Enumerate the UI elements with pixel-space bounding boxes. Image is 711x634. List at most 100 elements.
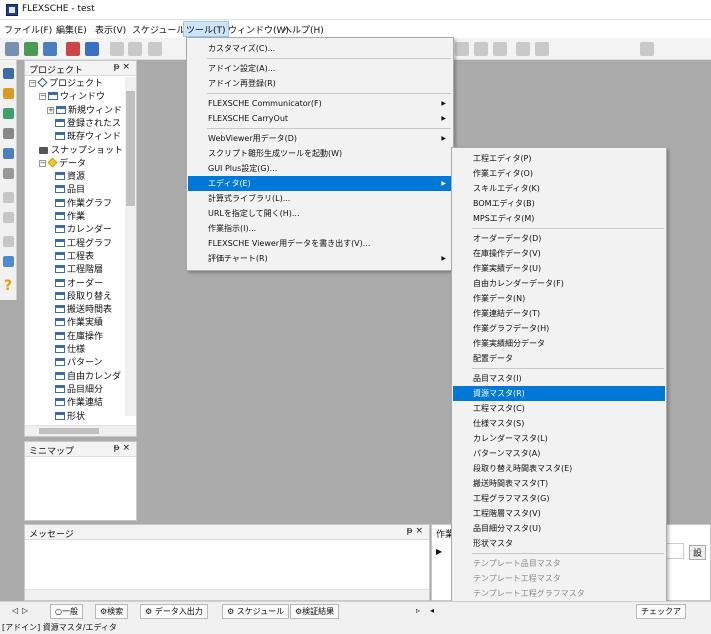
tool-icon[interactable] — [3, 168, 14, 179]
panel-pin-close-icon[interactable]: ᵽ × — [114, 62, 130, 72]
play-icon[interactable]: ▶ — [436, 547, 442, 556]
tab-scroll-left-2[interactable]: ◂ — [426, 604, 438, 619]
tool-icon[interactable] — [493, 42, 507, 56]
editor-menu-item[interactable]: 工程エディタ(P) — [453, 151, 665, 166]
tool-icon[interactable] — [516, 42, 530, 56]
tools-menu-item[interactable]: エディタ(E) ▶ — [188, 176, 452, 191]
tree-item[interactable]: 仕様 — [55, 345, 85, 356]
editor-menu-item[interactable]: 在庫操作データ(V) — [453, 246, 665, 261]
tree-item[interactable]: 工程表 — [55, 251, 94, 263]
tool-icon[interactable] — [3, 212, 14, 223]
editor-menu-item[interactable]: スキルエディタ(K) — [453, 181, 665, 196]
editor-menu-item[interactable]: 作業エディタ(O) — [453, 166, 665, 181]
editor-menu-item[interactable]: BOMエディタ(B) — [453, 196, 665, 211]
horizontal-scrollbar[interactable] — [25, 425, 136, 436]
tool-icon[interactable] — [5, 42, 19, 56]
tool-icon[interactable] — [3, 256, 14, 267]
tree-item[interactable]: 資源 — [55, 172, 85, 183]
menu-edit[interactable]: 編集(E) — [56, 23, 87, 36]
tools-menu-item[interactable]: アドイン設定(A)... — [188, 61, 452, 76]
editor-menu-item[interactable]: 仕様マスタ(S) — [453, 416, 665, 431]
editor-menu-item[interactable]: 作業連結データ(T) — [453, 306, 665, 321]
tree-item[interactable]: 作業 — [55, 212, 85, 223]
editor-menu-item[interactable]: 自由カレンダーデータ(F) — [453, 276, 665, 291]
tab-scroll-right[interactable]: ▷ — [18, 604, 32, 619]
menu-file[interactable]: ファイル(F) — [4, 23, 52, 36]
help-icon[interactable]: ? — [4, 278, 12, 294]
tree-item[interactable]: パターン — [55, 358, 103, 369]
tree-item[interactable]: オーダー — [55, 278, 103, 290]
tools-menu-item[interactable]: FLEXSCHE Communicator(F) ▶ — [188, 96, 452, 111]
collapse-icon[interactable]: − — [39, 93, 46, 101]
menu-window[interactable]: ウィンドウ(W) — [228, 23, 289, 36]
tool-icon[interactable] — [66, 42, 80, 56]
editor-menu-item[interactable]: 資源マスタ(R) — [453, 386, 665, 401]
tree-item[interactable]: + 新規ウィンド — [47, 105, 122, 117]
tree-item[interactable]: 在庫操作 — [55, 331, 103, 343]
tools-menu-item[interactable]: 評価チャート(R) ▶ — [188, 251, 452, 266]
menu-tools[interactable]: ツール(T) — [183, 21, 229, 37]
tool-icon[interactable] — [3, 68, 14, 79]
tool-icon[interactable] — [3, 108, 14, 119]
tools-menu-item[interactable]: カスタマイズ(C)... — [188, 41, 452, 56]
tools-menu-item[interactable]: スクリプト雛形生成ツールを起動(W) — [188, 146, 452, 161]
tools-menu-item[interactable]: FLEXSCHE Viewer用データを書き出す(V)... — [188, 236, 452, 251]
tools-menu-item[interactable]: GUI Plus設定(G)... — [188, 161, 452, 176]
horizontal-scrollbar[interactable] — [25, 589, 429, 600]
editor-menu-item[interactable]: 工程グラフマスタ(G) — [453, 491, 665, 506]
vertical-scrollbar[interactable] — [125, 77, 136, 416]
tool-icon[interactable] — [24, 42, 38, 56]
tools-menu-item[interactable]: 作業指示(I)... — [188, 221, 452, 236]
tools-menu-item[interactable]: 計算式ライブラリ(L)... — [188, 191, 452, 206]
settings-button[interactable]: 設 — [688, 545, 706, 560]
tree-item[interactable]: 品目 — [55, 185, 85, 196]
panel-pin-close-icon[interactable]: ᵽ × — [114, 443, 130, 453]
tree-item[interactable]: 形状 — [55, 411, 85, 423]
editor-menu-item[interactable]: 作業実績データ(U) — [453, 261, 665, 276]
menu-view[interactable]: 表示(V) — [95, 23, 126, 36]
editor-menu-item[interactable]: MPSエディタ(M) — [453, 211, 665, 226]
editor-menu-item[interactable]: パターンマスタ(A) — [453, 446, 665, 461]
tools-menu-item[interactable]: WebViewer用データ(D) ▶ — [188, 131, 452, 146]
tools-menu-item[interactable]: FLEXSCHE CarryOut ▶ — [188, 111, 452, 126]
tool-icon[interactable] — [85, 42, 99, 56]
tool-icon[interactable] — [3, 148, 14, 159]
tree-item[interactable]: − プロジェクト — [29, 77, 103, 90]
editor-menu-item[interactable]: 作業実績細分データ — [453, 336, 665, 351]
tree-item[interactable]: − データ — [39, 157, 86, 170]
tab-search[interactable]: ⚙検索 — [95, 604, 129, 619]
tab-schedule[interactable]: ⚙ スケジュール — [222, 604, 290, 619]
tree-item[interactable]: 品目細分 — [55, 384, 103, 396]
tree-item[interactable]: 作業グラフ — [55, 198, 112, 210]
tool-icon[interactable] — [535, 42, 549, 56]
tab-verify[interactable]: ⚙検証結果 — [290, 604, 340, 619]
tool-icon[interactable] — [43, 42, 57, 56]
tree-item[interactable]: カレンダー — [55, 225, 112, 236]
editor-menu-item[interactable]: オーダーデータ(D) — [453, 231, 665, 246]
tool-icon[interactable] — [474, 42, 488, 56]
editor-menu-item[interactable]: 工程マスタ(C) — [453, 401, 665, 416]
editor-menu-item[interactable]: 形状マスタ — [453, 536, 665, 551]
tab-check[interactable]: チェックア — [636, 604, 686, 619]
tree-item[interactable]: 工程グラフ — [55, 238, 112, 250]
tree-item[interactable]: 工程階層 — [55, 265, 103, 276]
editor-menu-item[interactable]: 作業グラフデータ(H) — [453, 321, 665, 336]
tool-icon[interactable] — [3, 88, 14, 99]
editor-menu-item[interactable]: 工程階層マスタ(V) — [453, 506, 665, 521]
menu-help[interactable]: ヘルプ(H) — [283, 23, 324, 36]
tree-item[interactable]: 登録されたス — [55, 118, 121, 130]
tool-icon[interactable] — [110, 42, 124, 56]
tree-item[interactable]: 段取り替え — [55, 291, 112, 303]
tool-icon[interactable] — [3, 192, 14, 203]
tool-icon[interactable] — [3, 128, 14, 139]
editor-menu-item[interactable]: カレンダーマスタ(L) — [453, 431, 665, 446]
tools-menu-item[interactable]: URLを指定して開く(H)... — [188, 206, 452, 221]
editor-menu-item[interactable]: 配置データ — [453, 351, 665, 366]
collapse-icon[interactable]: − — [29, 80, 36, 87]
editor-menu-item[interactable]: 品目マスタ(I) — [453, 371, 665, 386]
tree-item[interactable]: 作業実績 — [55, 318, 103, 329]
tool-icon[interactable] — [640, 42, 654, 56]
expand-icon[interactable]: + — [47, 106, 54, 114]
tool-icon[interactable] — [3, 236, 14, 247]
tool-icon[interactable] — [455, 42, 469, 56]
